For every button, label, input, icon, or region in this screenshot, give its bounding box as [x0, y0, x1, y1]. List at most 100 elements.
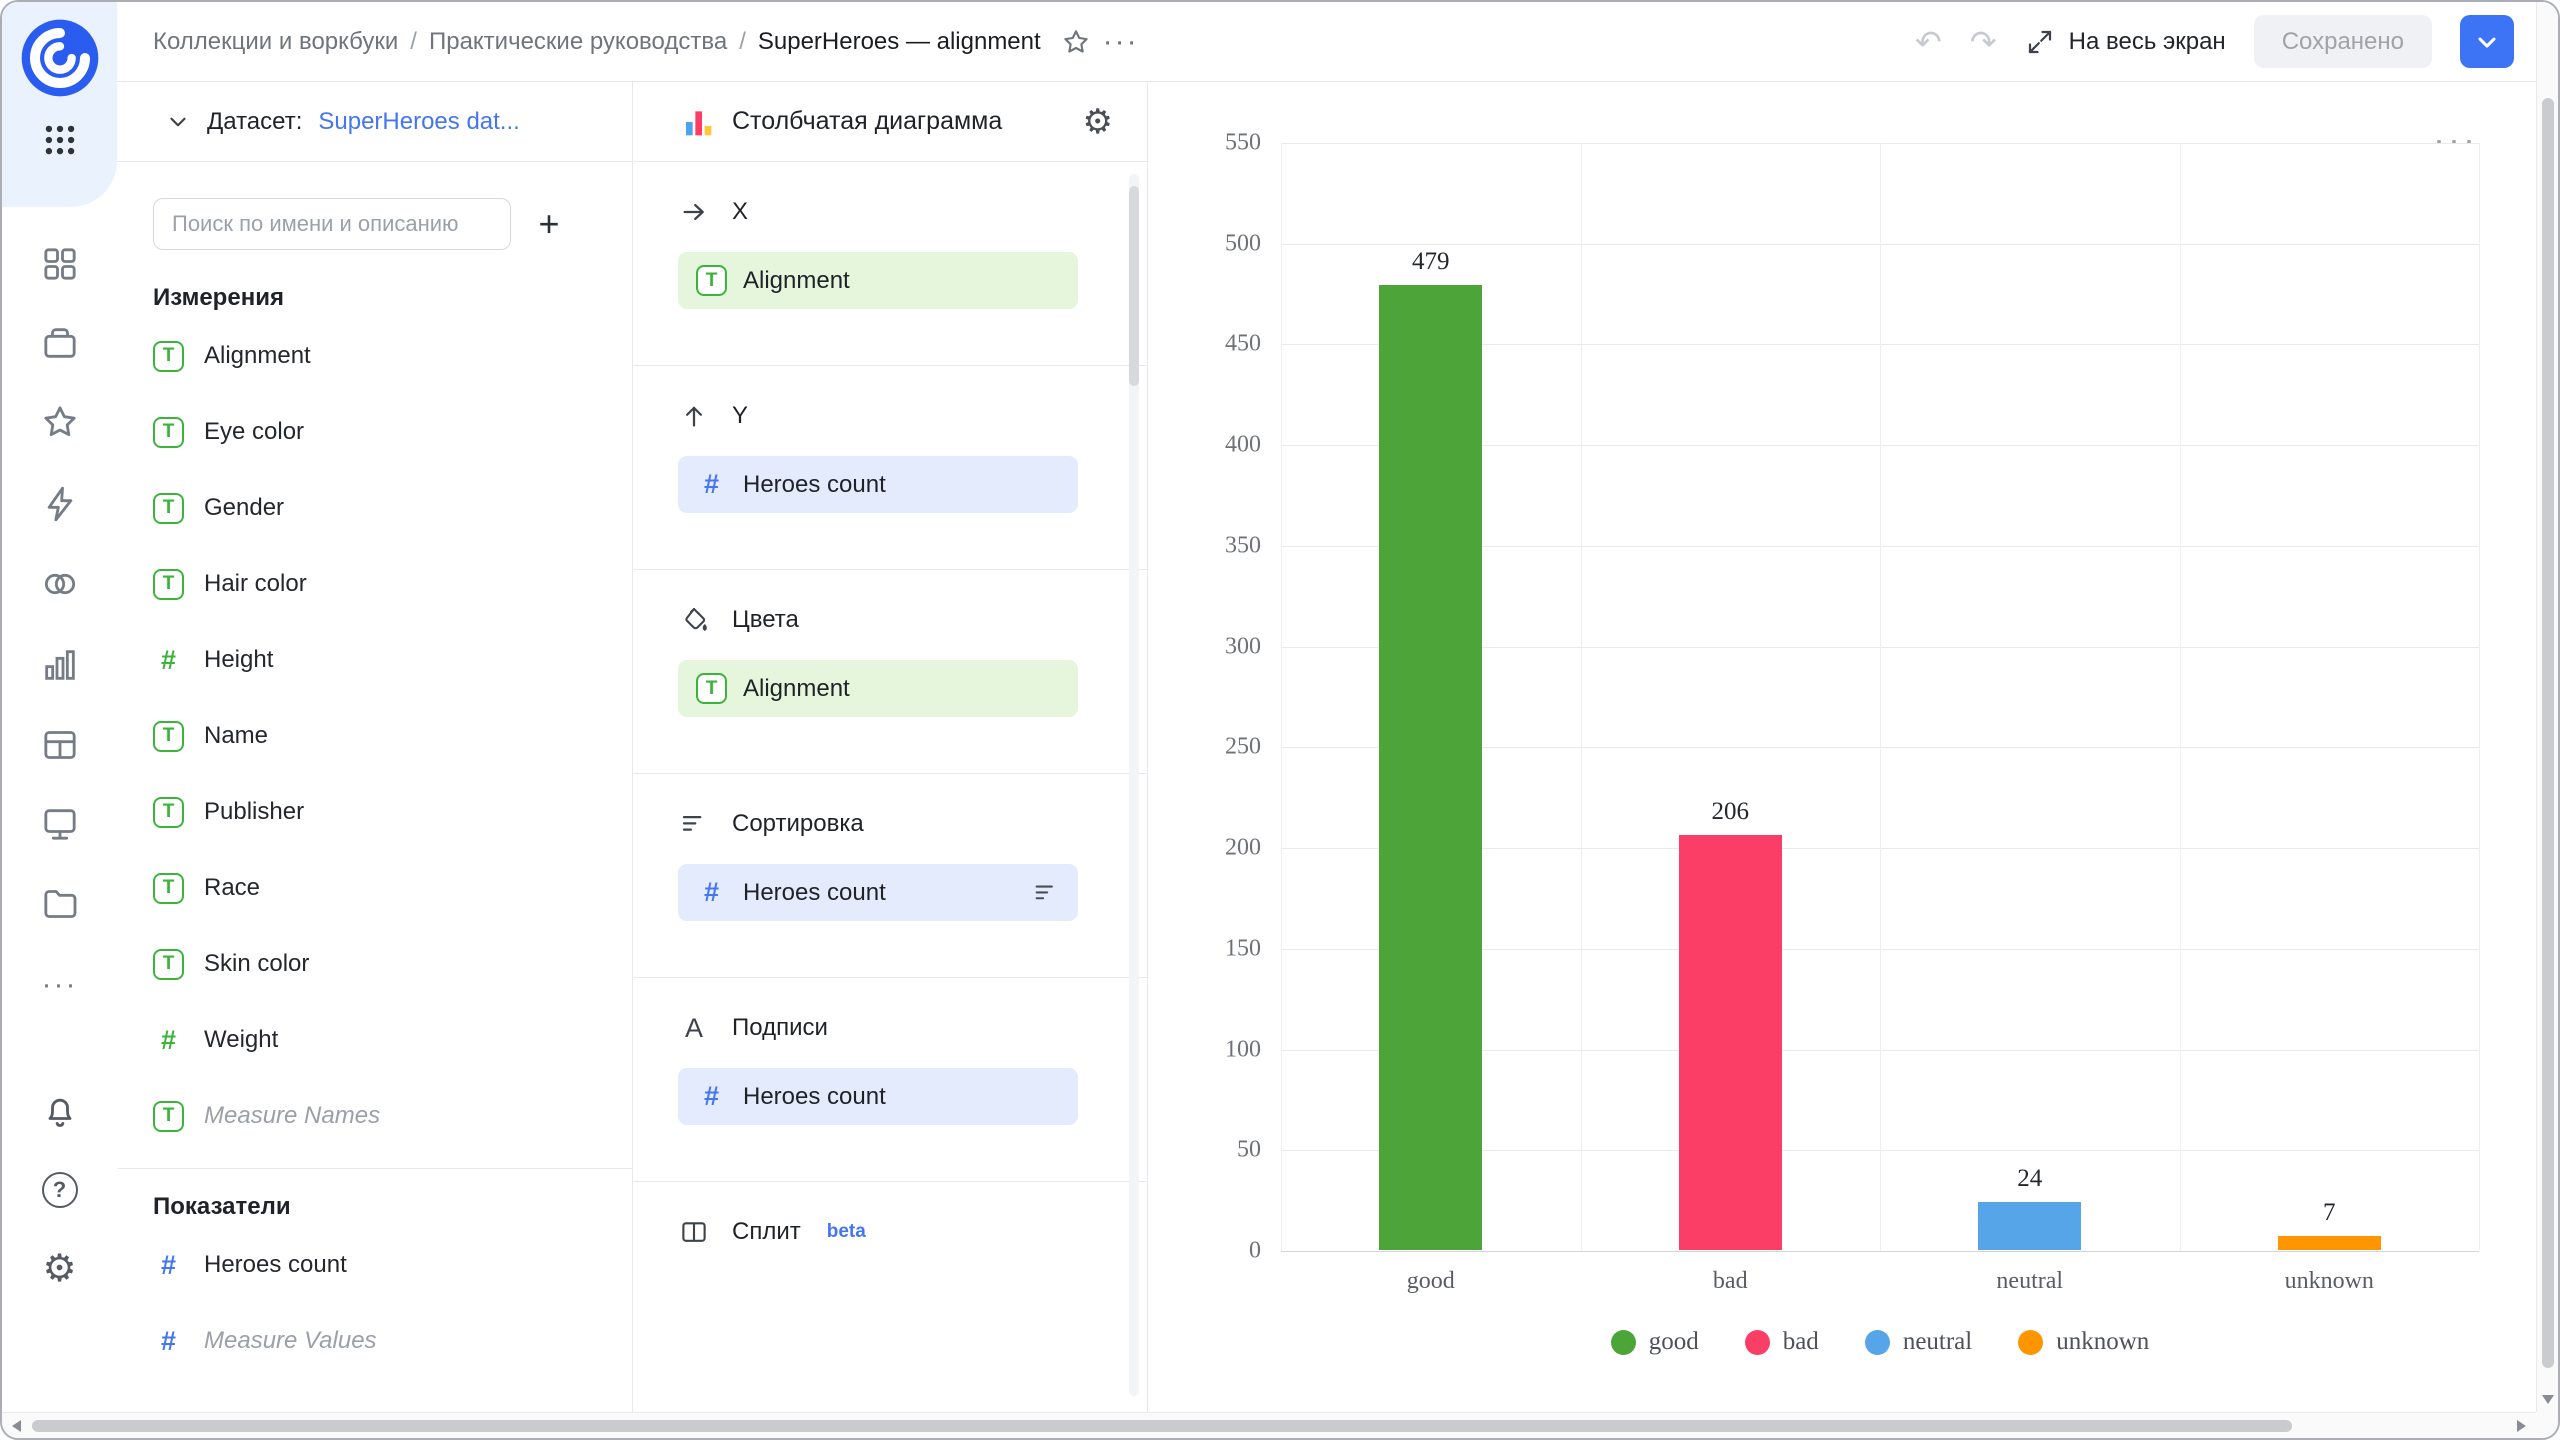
bar-value-label: 479: [1412, 248, 1450, 276]
dimensions-title: Измерения: [153, 284, 632, 312]
field-item-weight[interactable]: #Weight: [117, 1002, 632, 1078]
bar-value-label: 7: [2323, 1199, 2336, 1227]
field-item-measure-names[interactable]: TMeasure Names: [117, 1078, 632, 1154]
field-item-measure-values[interactable]: # Measure Values: [117, 1303, 632, 1379]
section-labels-label: Подписи: [732, 1014, 828, 1042]
more-services-icon[interactable]: ···: [42, 968, 78, 1002]
datalens-logo[interactable]: [20, 18, 100, 98]
legend-dot: [1745, 1330, 1770, 1355]
favorites-star-icon[interactable]: [40, 402, 80, 442]
bar-unknown[interactable]: [2278, 1236, 2381, 1250]
connections-lightning-icon[interactable]: [40, 484, 80, 524]
breadcrumb-collections[interactable]: Коллекции и воркбуки: [153, 28, 398, 56]
notifications-bell-icon[interactable]: [40, 1091, 80, 1131]
horizontal-scrollbar-thumb[interactable]: [32, 1420, 2292, 1432]
x-tick-label: unknown: [2285, 1268, 2374, 1295]
workbooks-icon[interactable]: [40, 323, 80, 363]
settings-gear-icon[interactable]: ⚙: [42, 1250, 76, 1288]
legend-item-neutral[interactable]: neutral: [1865, 1328, 1972, 1356]
y-tick-label: 150: [1225, 935, 1261, 962]
chart-settings-gear-icon[interactable]: ⚙: [1083, 105, 1113, 139]
breadcrumb-guides[interactable]: Практические руководства: [429, 28, 727, 56]
bar-value-label: 24: [2017, 1165, 2042, 1193]
field-item-gender[interactable]: TGender: [117, 470, 632, 546]
chip-colors-field[interactable]: T Alignment: [678, 660, 1078, 717]
undo-icon[interactable]: ↶: [1915, 26, 1942, 58]
text-type-icon: T: [153, 721, 184, 752]
bar-good[interactable]: [1379, 285, 1482, 1250]
number-type-icon: #: [696, 877, 727, 908]
gridline-vertical: [2180, 143, 2181, 1251]
bar-neutral[interactable]: [1978, 1202, 2081, 1250]
chip-x-field[interactable]: T Alignment: [678, 252, 1078, 309]
breadcrumb: Коллекции и воркбуки / Практические руко…: [153, 28, 1041, 56]
more-options-icon[interactable]: ···: [1097, 21, 1145, 63]
breadcrumb-separator: /: [739, 28, 746, 56]
y-tick-label: 0: [1249, 1238, 1261, 1265]
number-type-icon: #: [153, 1326, 184, 1357]
legend-item-unknown[interactable]: unknown: [2018, 1328, 2149, 1356]
field-item-publisher[interactable]: T Publisher: [117, 774, 632, 850]
legend-dot: [1865, 1330, 1890, 1355]
scroll-left-arrow[interactable]: [12, 1420, 21, 1432]
charts-icon[interactable]: [40, 645, 80, 685]
config-panel-scrollbar[interactable]: [1129, 174, 1139, 1396]
field-item-heroes-count[interactable]: #Heroes count: [117, 1227, 632, 1303]
horizontal-scrollbar[interactable]: [2, 1412, 2536, 1438]
field-label: Gender: [204, 494, 284, 522]
dataset-panel: Датасет: SuperHeroes dat... + Измерения …: [117, 82, 633, 1412]
dataset-panel-header: Датасет: SuperHeroes dat...: [117, 82, 632, 162]
number-type-icon: #: [696, 1081, 727, 1112]
top-bar: Коллекции и воркбуки / Практические руко…: [117, 2, 2558, 82]
field-item-eye-color[interactable]: TEye color: [117, 394, 632, 470]
redo-icon[interactable]: ↷: [1970, 26, 1997, 58]
field-search-input[interactable]: [153, 198, 511, 250]
vertical-scrollbar[interactable]: [2536, 2, 2558, 1412]
field-item-height[interactable]: #Height: [117, 622, 632, 698]
text-type-icon: T: [153, 797, 184, 828]
chip-labels-field[interactable]: # Heroes count: [678, 1068, 1078, 1125]
add-field-button[interactable]: +: [525, 200, 573, 248]
field-label: Publisher: [204, 798, 304, 826]
tables-icon[interactable]: [40, 725, 80, 765]
chip-y-field[interactable]: # Heroes count: [678, 456, 1078, 513]
beta-badge: beta: [827, 1221, 866, 1243]
apps-grid-icon[interactable]: [41, 121, 79, 159]
text-type-icon: T: [696, 265, 727, 296]
sort-direction-icon[interactable]: [1032, 879, 1060, 907]
vertical-scrollbar-thumb[interactable]: [2542, 98, 2554, 1368]
field-item-alignment[interactable]: TAlignment: [117, 318, 632, 394]
help-icon[interactable]: ?: [42, 1172, 78, 1208]
bar-bad[interactable]: [1679, 835, 1782, 1250]
bar-chart-type-icon[interactable]: [682, 106, 714, 138]
storage-folder-icon[interactable]: [40, 884, 80, 924]
save-dropdown-button[interactable]: [2460, 15, 2514, 68]
config-scrollbar-thumb[interactable]: [1129, 186, 1139, 386]
chip-sort-field[interactable]: # Heroes count: [678, 864, 1078, 921]
fullscreen-button[interactable]: На весь экран: [2025, 27, 2226, 57]
scroll-right-arrow[interactable]: [2517, 1420, 2526, 1432]
number-type-icon: #: [153, 1250, 184, 1281]
measures-title: Показатели: [153, 1193, 632, 1221]
dashboards-icon[interactable]: [40, 244, 80, 284]
monitoring-icon[interactable]: [40, 804, 80, 844]
saved-button[interactable]: Сохранено: [2254, 15, 2432, 68]
chart-type-label[interactable]: Столбчатая диаграмма: [732, 107, 1002, 136]
scrollbar-corner: [2536, 1412, 2558, 1438]
number-type-icon: #: [696, 469, 727, 500]
field-item-hair-color[interactable]: THair color: [117, 546, 632, 622]
scroll-down-arrow[interactable]: [2542, 1395, 2554, 1404]
datasets-rings-icon[interactable]: [40, 564, 80, 604]
collapse-chevron-icon[interactable]: [165, 109, 191, 135]
field-item-name[interactable]: TName: [117, 698, 632, 774]
text-type-icon: T: [153, 341, 184, 372]
field-item-race[interactable]: TRace: [117, 850, 632, 926]
split-icon: [678, 1217, 710, 1247]
legend-item-good[interactable]: good: [1611, 1328, 1699, 1356]
favorite-star-icon[interactable]: [1055, 21, 1097, 63]
legend-item-bad[interactable]: bad: [1745, 1328, 1819, 1356]
field-label: Measure Values: [204, 1327, 377, 1355]
y-tick-label: 50: [1237, 1137, 1261, 1164]
dataset-name-link[interactable]: SuperHeroes dat...: [318, 108, 519, 136]
field-item-skin-color[interactable]: TSkin color: [117, 926, 632, 1002]
